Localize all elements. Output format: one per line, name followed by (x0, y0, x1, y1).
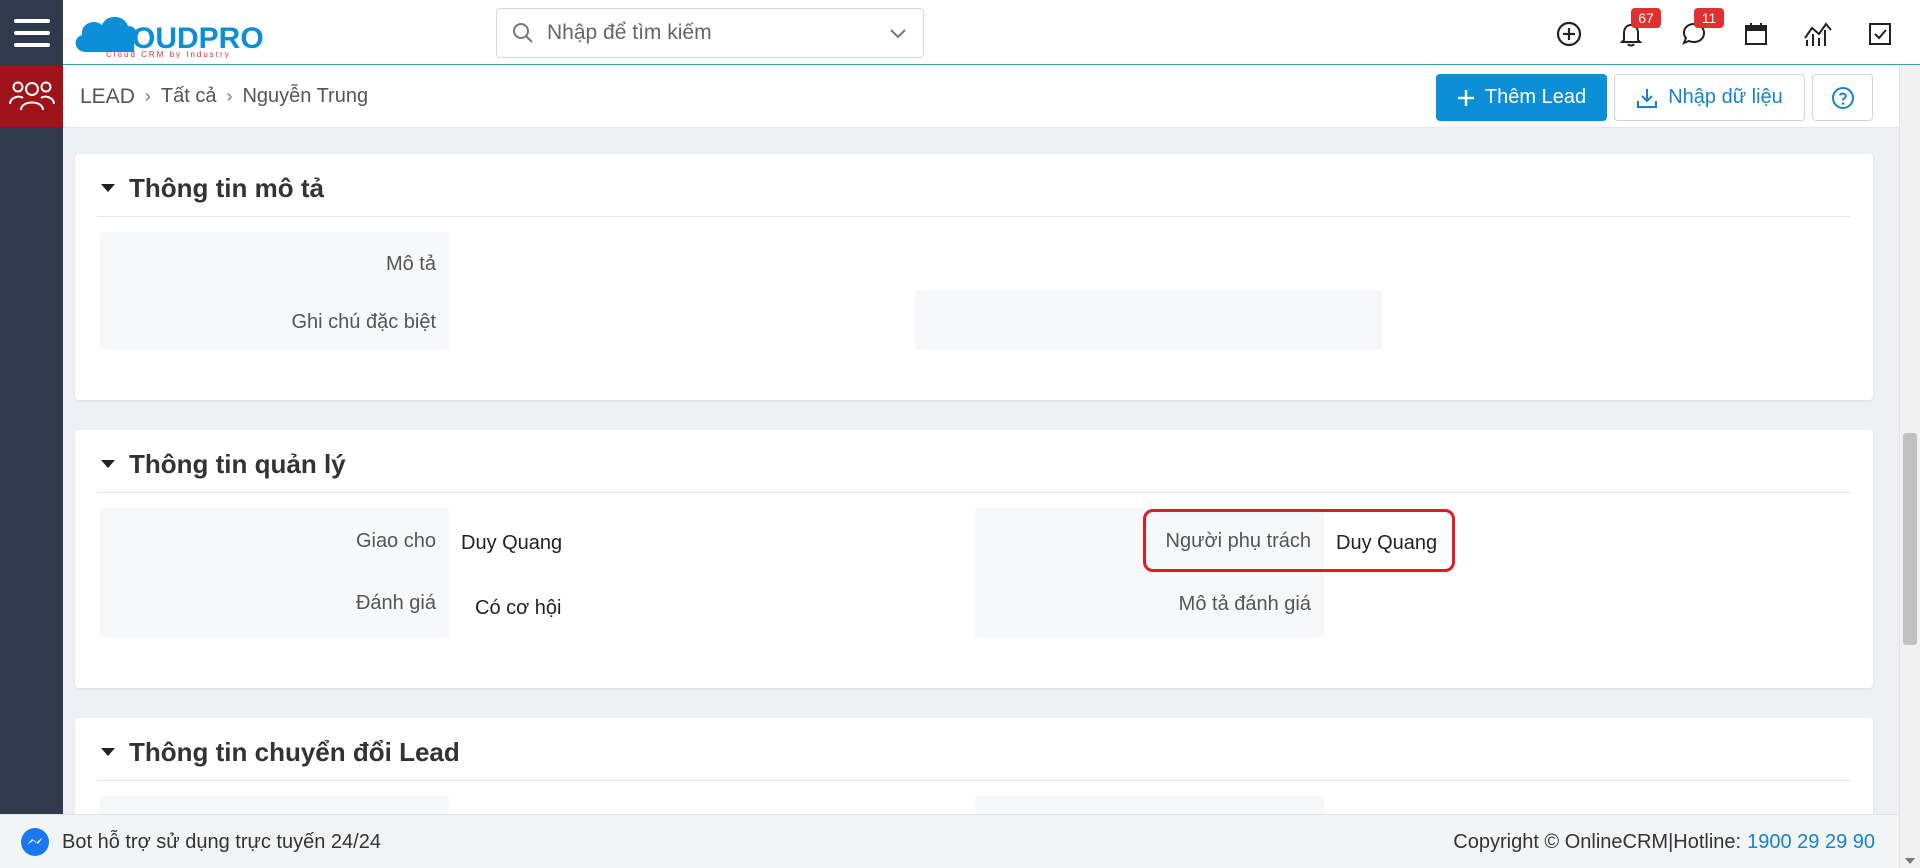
management-section-header[interactable]: Thông tin quản lý (97, 444, 346, 484)
description-section-header[interactable]: Thông tin mô tả (97, 168, 324, 208)
caret-down-icon (101, 184, 115, 192)
calendar-icon[interactable] (1736, 14, 1776, 54)
import-data-label: Nhập dữ liệu (1668, 86, 1783, 108)
field-value-rating[interactable]: Có cơ hội (475, 597, 561, 620)
chat-icon[interactable]: 11 (1674, 8, 1724, 54)
conversion-section: Thông tin chuyển đổi Lead (75, 718, 1873, 814)
section-title: Thông tin chuyển đổi Lead (129, 736, 460, 767)
task-check-icon[interactable] (1860, 14, 1900, 54)
search-icon (513, 23, 533, 43)
menu-toggle-button[interactable] (0, 0, 63, 65)
breadcrumb-level1[interactable]: Tất cả (161, 85, 217, 108)
hotline-link[interactable]: 1900 29 29 90 (1747, 831, 1875, 854)
sidebar-item-leads[interactable] (0, 65, 63, 127)
download-icon (1637, 88, 1658, 108)
logo-tagline: Cloud CRM by Industry (106, 50, 231, 58)
copyright-text: Copyright © OnlineCRM|Hotline: (1453, 830, 1742, 853)
global-search[interactable]: Nhập để tìm kiếm (496, 8, 924, 58)
owner-highlight-annotation (1143, 509, 1455, 572)
plus-icon (1457, 89, 1474, 106)
divider (97, 492, 1851, 493)
footer-copyright: Copyright © OnlineCRM|Hotline: 1900 29 2… (1453, 815, 1875, 868)
field-label-rating: Đánh giá (355, 592, 436, 614)
divider (97, 780, 1851, 781)
main-content: Thông tin mô tả Mô tả Ghi chú đặc biệt T… (63, 128, 1899, 814)
chevron-down-icon[interactable] (887, 22, 909, 44)
breadcrumb: LEAD › Tất cả › Nguyễn Trung (80, 65, 368, 128)
left-sidebar (0, 65, 63, 868)
special-note-value[interactable] (915, 290, 1382, 350)
hamburger-line (13, 18, 50, 23)
top-header: CLOUDPRO Cloud CRM by Industry Nhập để t… (0, 0, 1920, 65)
question-circle-icon (1831, 86, 1854, 109)
breadcrumb-bar: LEAD › Tất cả › Nguyễn Trung Thêm Lead N… (63, 65, 1920, 128)
caret-down-icon (101, 748, 115, 756)
label-column (100, 796, 449, 814)
hamburger-line (13, 30, 50, 35)
label-column (100, 508, 449, 638)
users-group-icon (8, 81, 55, 111)
scroll-down-arrow-icon[interactable] (1905, 858, 1915, 864)
cloud-logo-icon: CLOUDPRO Cloud CRM by Industry (75, 16, 264, 59)
messages-badge: 11 (1694, 8, 1724, 28)
section-title: Thông tin quản lý (129, 448, 346, 479)
field-label-assigned-to: Giao cho (355, 530, 436, 552)
scrollbar-thumb[interactable] (1903, 433, 1917, 645)
chevron-right-icon: › (226, 86, 233, 106)
page-scrollbar[interactable] (1899, 65, 1920, 868)
caret-down-icon (101, 460, 115, 468)
support-bot-text: Bot hỗ trợ sử dụng trực tuyến 24/24 (62, 830, 381, 853)
cloudpro-logo[interactable]: CLOUDPRO Cloud CRM by Industry (72, 8, 302, 59)
management-section: Thông tin quản lý Giao cho Duy Quang Đán… (75, 430, 1873, 688)
notifications-badge: 67 (1631, 8, 1661, 28)
section-title: Thông tin mô tả (129, 172, 324, 203)
field-label-description: Mô tả (385, 253, 436, 275)
support-bot-link[interactable]: Bot hỗ trợ sử dụng trực tuyến 24/24 (20, 815, 381, 868)
field-value-assigned-to[interactable]: Duy Quang (461, 532, 562, 555)
add-lead-button[interactable]: Thêm Lead (1436, 74, 1607, 121)
messenger-icon (21, 828, 49, 856)
breadcrumb-root[interactable]: LEAD (80, 85, 135, 109)
label-column (975, 796, 1324, 814)
field-label-special-note: Ghi chú đặc biệt (291, 311, 436, 333)
add-lead-label: Thêm Lead (1484, 86, 1587, 108)
field-label-rating-description: Mô tả đánh giá (1178, 593, 1311, 615)
divider (97, 216, 1851, 217)
search-input[interactable]: Nhập để tìm kiếm (547, 21, 887, 45)
report-chart-icon[interactable] (1798, 14, 1838, 54)
conversion-section-header[interactable]: Thông tin chuyển đổi Lead (97, 732, 460, 772)
hamburger-line (13, 42, 50, 47)
chevron-right-icon: › (144, 86, 151, 106)
breadcrumb-current: Nguyễn Trung (242, 85, 369, 107)
help-button[interactable] (1812, 74, 1873, 121)
bell-icon[interactable]: 67 (1611, 8, 1661, 54)
quick-add-icon[interactable] (1549, 14, 1589, 54)
footer-bar: Bot hỗ trợ sử dụng trực tuyến 24/24 Copy… (0, 814, 1899, 868)
description-section: Thông tin mô tả Mô tả Ghi chú đặc biệt (75, 154, 1873, 400)
import-data-button[interactable]: Nhập dữ liệu (1614, 74, 1805, 121)
